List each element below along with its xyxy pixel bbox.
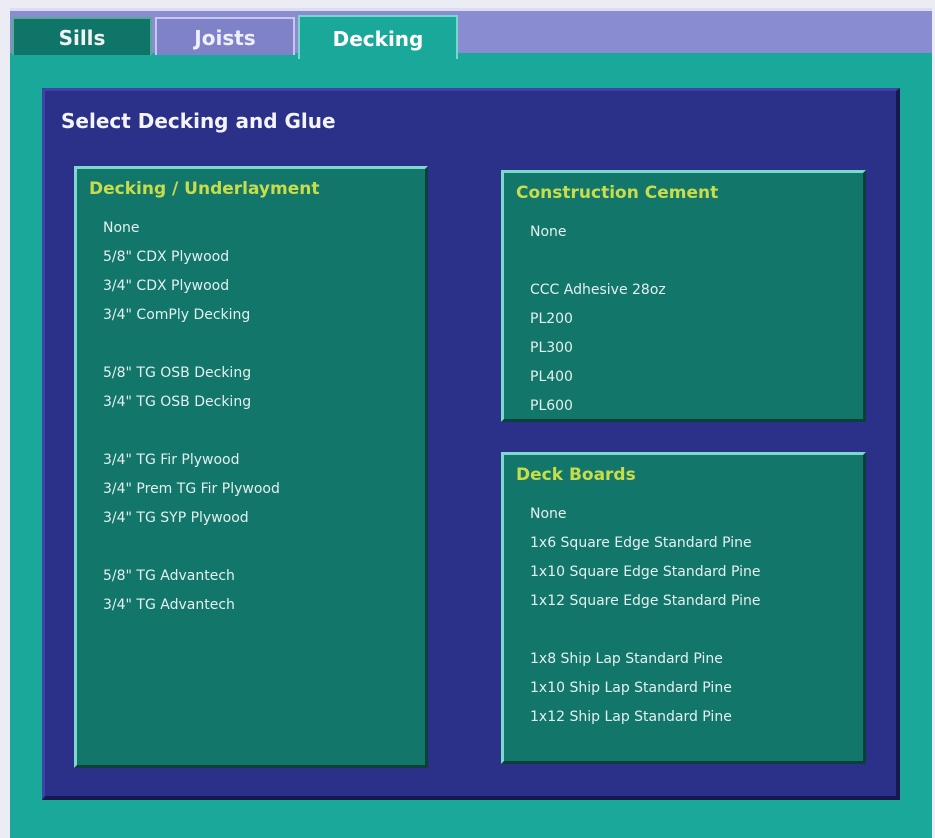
decking-underlayment-group: Decking / Underlayment None 5/8" CDX Plyw… xyxy=(74,166,428,768)
deck-board-option[interactable]: 1x10 Ship Lap Standard Pine xyxy=(530,674,761,703)
decking-option[interactable]: 5/8" TG OSB Decking xyxy=(103,359,280,388)
construction-cement-group: Construction Cement None CCC Adhesive 28o… xyxy=(501,170,866,422)
decking-underlayment-title: Decking / Underlayment xyxy=(89,179,320,199)
option-spacer xyxy=(530,247,666,276)
tab-sills[interactable]: Sills xyxy=(12,17,152,55)
option-spacer xyxy=(103,533,280,562)
decking-option[interactable]: 3/4" ComPly Decking xyxy=(103,301,280,330)
decking-option[interactable]: 3/4" CDX Plywood xyxy=(103,272,280,301)
cement-options-list: None CCC Adhesive 28oz PL200 PL300 PL400 PL60… xyxy=(530,218,666,421)
decking-options-list: None 5/8" CDX Plywood 3/4" CDX Plywood 3/4"… xyxy=(103,214,280,620)
tab-decking[interactable]: Decking xyxy=(298,15,458,59)
decking-option[interactable]: 3/4" TG OSB Decking xyxy=(103,388,280,417)
decking-option[interactable]: None xyxy=(103,214,280,243)
cement-option[interactable]: CCC Adhesive 28oz xyxy=(530,276,666,305)
decking-option[interactable]: 5/8" CDX Plywood xyxy=(103,243,280,272)
decking-option[interactable]: 3/4" Prem TG Fir Plywood xyxy=(103,475,280,504)
construction-cement-title: Construction Cement xyxy=(516,183,719,203)
deck-boards-title: Deck Boards xyxy=(516,465,636,485)
decking-option[interactable]: 5/8" TG Advantech xyxy=(103,562,280,591)
deck-board-option[interactable]: 1x12 Ship Lap Standard Pine xyxy=(530,703,761,732)
deck-board-option[interactable]: 1x10 Square Edge Standard Pine xyxy=(530,558,761,587)
deck-board-option[interactable]: None xyxy=(530,500,761,529)
decking-option[interactable]: 3/4" TG SYP Plywood xyxy=(103,504,280,533)
cement-option[interactable]: PL400 xyxy=(530,363,666,392)
decking-option[interactable]: 3/4" TG Advantech xyxy=(103,591,280,620)
tab-bar: Sills Joists Decking xyxy=(10,8,932,59)
cement-option[interactable]: None xyxy=(530,218,666,247)
decking-window: Sills Joists Decking Select Decking and … xyxy=(10,8,932,838)
panel-title: Select Decking and Glue xyxy=(61,109,336,133)
deck-board-option[interactable]: 1x12 Square Edge Standard Pine xyxy=(530,587,761,616)
tab-joists[interactable]: Joists xyxy=(155,17,295,55)
deck-board-option[interactable]: 1x8 Ship Lap Standard Pine xyxy=(530,645,761,674)
option-spacer xyxy=(103,417,280,446)
deck-boards-group: Deck Boards None 1x6 Square Edge Standard… xyxy=(501,452,866,764)
decking-glue-panel: Select Decking and Glue Decking / Underl… xyxy=(42,88,900,800)
option-spacer xyxy=(103,330,280,359)
cement-option[interactable]: PL300 xyxy=(530,334,666,363)
cement-option[interactable]: PL200 xyxy=(530,305,666,334)
cement-option[interactable]: PL600 xyxy=(530,392,666,421)
deck-board-option[interactable]: 1x6 Square Edge Standard Pine xyxy=(530,529,761,558)
option-spacer xyxy=(530,616,761,645)
decking-option[interactable]: 3/4" TG Fir Plywood xyxy=(103,446,280,475)
deck-boards-options-list: None 1x6 Square Edge Standard Pine 1x10 Sq… xyxy=(530,500,761,732)
